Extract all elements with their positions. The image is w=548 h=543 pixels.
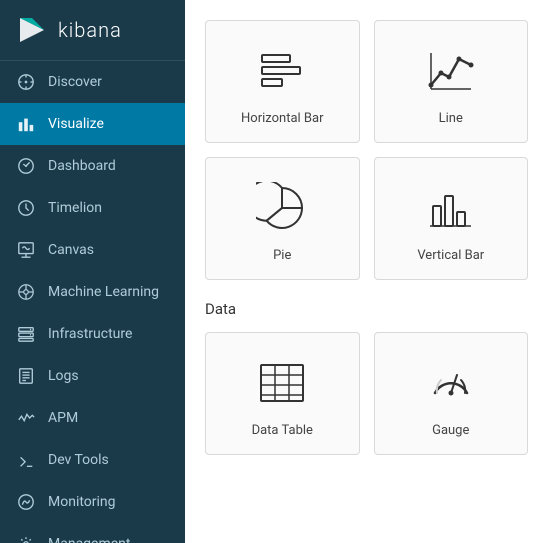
card-gauge[interactable]: Gauge [374,332,529,455]
sidebar-item-visualize[interactable]: Visualize [0,103,185,145]
vertical-bar-icon [423,180,479,236]
sidebar-item-label-logs: Logs [48,368,79,384]
card-label-gauge: Gauge [432,423,469,438]
sidebar-item-label-infrastructure: Infrastructure [48,326,132,342]
ml-icon [16,282,36,302]
card-label-vertical-bar: Vertical Bar [417,248,484,263]
sidebar-item-monitoring[interactable]: Monitoring [0,481,185,523]
sidebar: kibana Discover [0,0,185,543]
card-vertical-bar[interactable]: Vertical Bar [374,157,529,280]
horizontal-bar-icon [254,43,310,99]
card-label-line: Line [439,111,463,126]
card-label-data-table: Data Table [252,423,313,438]
sidebar-item-discover[interactable]: Discover [0,61,185,103]
sidebar-item-label-dev-tools: Dev Tools [48,452,109,468]
dashboard-icon [16,156,36,176]
logo-area: kibana [0,0,185,61]
main-content: Horizontal Bar Line [185,0,548,543]
sidebar-item-apm[interactable]: APM [0,397,185,439]
infrastructure-icon [16,324,36,344]
card-pie[interactable]: Pie [205,157,360,280]
sidebar-item-label-discover: Discover [48,74,102,90]
sidebar-navigation: Discover Visualize [0,61,185,543]
sidebar-item-label-monitoring: Monitoring [48,494,116,510]
data-section-label: Data [205,300,528,318]
dev-tools-icon [16,450,36,470]
data-section: Data Data Table [205,300,528,455]
chart-cards-grid: Horizontal Bar Line [205,20,528,280]
sidebar-item-label-dashboard: Dashboard [48,158,116,174]
sidebar-item-label-management: Management [48,536,130,543]
data-table-icon [254,355,310,411]
sidebar-item-dashboard[interactable]: Dashboard [0,145,185,187]
sidebar-item-logs[interactable]: Logs [0,355,185,397]
pie-chart-icon [254,180,310,236]
line-chart-icon [423,43,479,99]
card-horizontal-bar[interactable]: Horizontal Bar [205,20,360,143]
clock-icon [16,198,36,218]
sidebar-item-label-ml: Machine Learning [48,284,159,300]
sidebar-item-label-visualize: Visualize [48,116,104,132]
gauge-icon [423,355,479,411]
app-name: kibana [58,18,122,42]
gear-icon [16,534,36,543]
data-cards-grid: Data Table Gauge [205,332,528,455]
sidebar-item-machine-learning[interactable]: Machine Learning [0,271,185,313]
sidebar-item-infrastructure[interactable]: Infrastructure [0,313,185,355]
sidebar-item-management[interactable]: Management [0,523,185,543]
sidebar-item-label-timelion: Timelion [48,200,102,216]
monitoring-icon [16,492,36,512]
sidebar-item-dev-tools[interactable]: Dev Tools [0,439,185,481]
sidebar-item-label-apm: APM [48,410,78,426]
card-data-table[interactable]: Data Table [205,332,360,455]
apm-icon [16,408,36,428]
card-line[interactable]: Line [374,20,529,143]
logs-icon [16,366,36,386]
canvas-icon [16,240,36,260]
card-label-horizontal-bar: Horizontal Bar [241,111,323,126]
sidebar-item-canvas[interactable]: Canvas [0,229,185,271]
sidebar-item-label-canvas: Canvas [48,242,94,258]
card-label-pie: Pie [273,248,291,263]
compass-icon [16,72,36,92]
sidebar-item-timelion[interactable]: Timelion [0,187,185,229]
kibana-logo-icon [16,14,48,46]
bar-chart-icon [16,114,36,134]
